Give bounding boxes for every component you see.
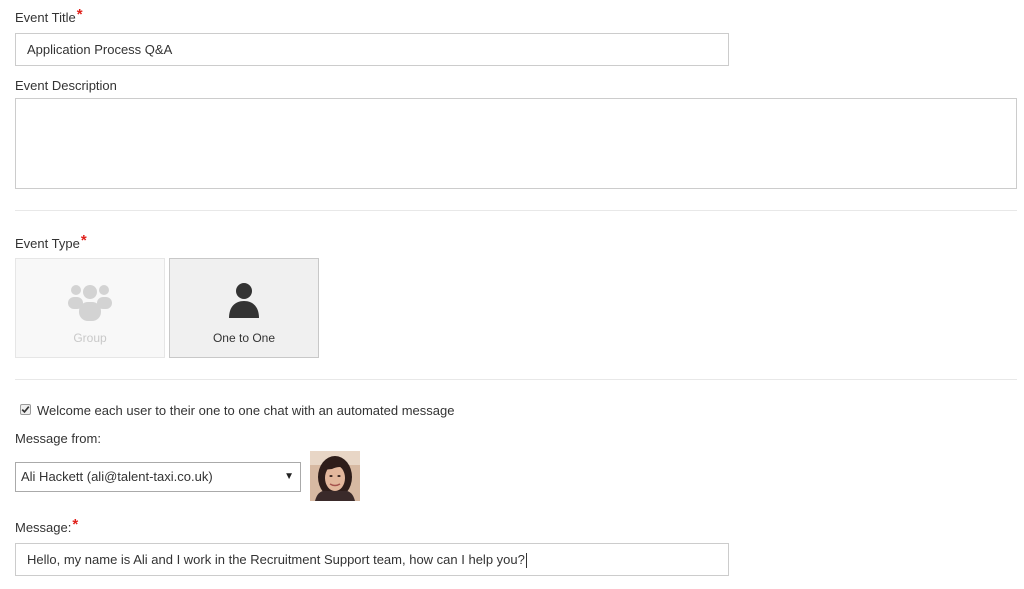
welcome-checkbox[interactable]: [20, 404, 31, 415]
welcome-checkbox-label[interactable]: Welcome each user to their one to one ch…: [37, 403, 454, 419]
event-type-one-to-one-option[interactable]: One to One: [169, 258, 319, 358]
message-from-select[interactable]: Ali Hackett (ali@talent-taxi.co.uk) ▼: [15, 462, 301, 492]
event-title-input[interactable]: [15, 33, 729, 66]
check-icon: [21, 406, 30, 414]
required-mark: *: [76, 6, 83, 23]
user-icon: [229, 283, 259, 318]
avatar: [310, 451, 360, 501]
event-type-group-label: Group: [73, 331, 107, 345]
section-divider: [15, 210, 1017, 211]
message-input-text: Hello, my name is Ali and I work in the …: [27, 552, 525, 567]
message-label: Message:*: [15, 516, 79, 536]
event-title-label: Event Title*: [15, 6, 83, 26]
event-type-one-to-one-label: One to One: [212, 331, 276, 345]
required-mark: *: [72, 516, 79, 533]
event-description-label: Event Description: [15, 78, 117, 93]
event-description-input[interactable]: [15, 98, 1017, 189]
message-input[interactable]: Hello, my name is Ali and I work in the …: [15, 543, 729, 576]
text-caret: [525, 553, 527, 569]
group-icon: [68, 285, 112, 321]
chevron-down-icon: ▼: [284, 471, 294, 482]
event-type-label: Event Type*: [15, 232, 87, 252]
section-divider: [15, 379, 1017, 380]
message-from-label: Message from:: [15, 431, 101, 446]
message-from-selected-value: Ali Hackett (ali@talent-taxi.co.uk): [21, 469, 213, 484]
required-mark: *: [80, 232, 87, 249]
event-type-group-option[interactable]: Group: [15, 258, 165, 358]
